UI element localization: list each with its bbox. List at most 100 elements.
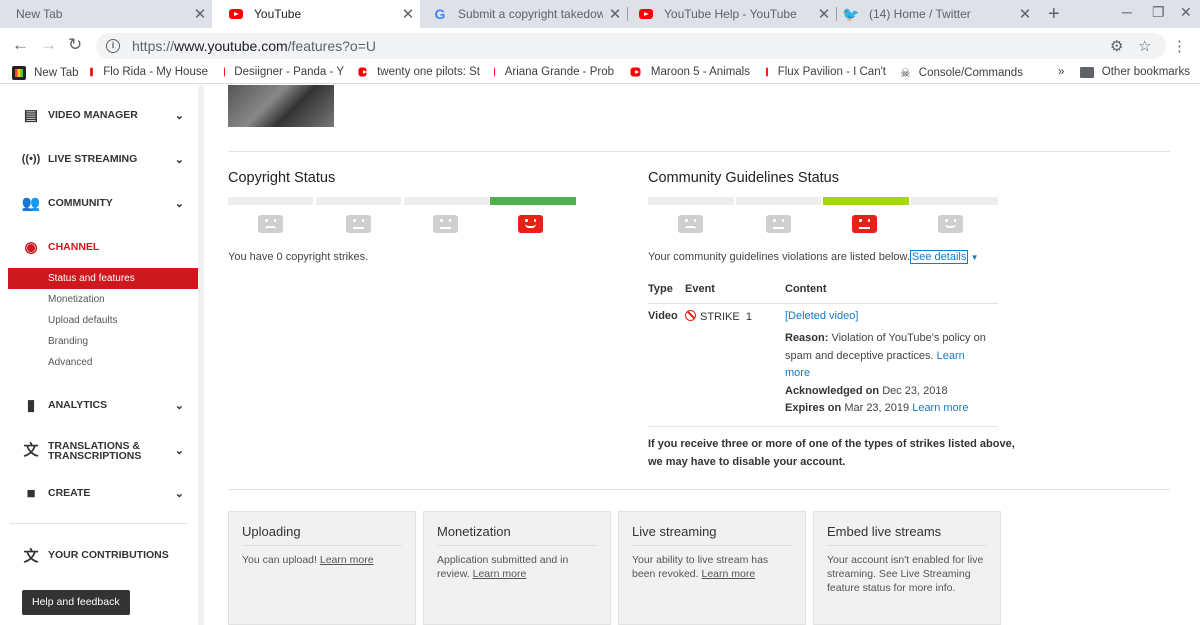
learn-more-link[interactable]: Learn more: [701, 568, 755, 580]
card-body: Application submitted and in review. Lea…: [437, 553, 597, 581]
new-tab-icon[interactable]: +: [1048, 3, 1060, 26]
bookmark-label: New Tab: [34, 67, 79, 79]
tab-twitter[interactable]: 🐦 (14) Home / Twitter ✕: [837, 0, 1037, 28]
bookmark-label: Flux Pavilion - I Can't: [777, 66, 886, 78]
learn-more-link[interactable]: Learn more: [320, 554, 374, 566]
bookmark-item[interactable]: Desiigner - Panda - Y: [224, 66, 344, 78]
table-header-divider: [648, 303, 998, 304]
card-body: Your ability to live stream has been rev…: [632, 553, 792, 581]
card-title: Monetization: [437, 524, 597, 546]
minimize-icon[interactable]: ─: [1122, 4, 1132, 20]
more-bookmarks-icon[interactable]: »: [1058, 66, 1074, 78]
sidebar: ▤ VIDEO MANAGER ⌄ ((•)) LIVE STREAMING ⌄…: [0, 85, 198, 625]
chevron-down-icon: ⌄: [174, 153, 184, 166]
sidebar-item-analytics[interactable]: ▮ ANALYTICS ⌄: [0, 394, 198, 416]
section-divider: [228, 489, 1170, 490]
url-host: www.youtube.com: [174, 38, 288, 54]
menu-icon[interactable]: ⋮: [1172, 37, 1187, 55]
meter-segment-active: [490, 197, 576, 205]
video-manager-icon: ▤: [23, 107, 39, 124]
caret-down-icon[interactable]: ▼: [968, 253, 979, 262]
acknowledged-date: Acknowledged on Dec 23, 2018: [785, 385, 948, 397]
sidebar-item-your-contributions[interactable]: 文 YOUR CONTRIBUTIONS: [0, 544, 198, 566]
warning-line-2: we may have to disable your account.: [648, 456, 846, 468]
bookmark-item[interactable]: ☠ Console/Commands: [900, 66, 1024, 80]
youtube-page: ▤ VIDEO MANAGER ⌄ ((•)) LIVE STREAMING ⌄…: [0, 85, 1200, 625]
bookmark-item[interactable]: Maroon 5 - Animals: [630, 66, 750, 78]
folder-icon: [1080, 66, 1094, 78]
forward-icon[interactable]: →: [40, 35, 57, 55]
sidebar-item-community[interactable]: 👥 COMMUNITY ⌄: [0, 192, 198, 214]
tab-title: New Tab: [16, 7, 63, 21]
sidebar-subitem-advanced[interactable]: Advanced: [8, 352, 198, 373]
community-icon: 👥: [21, 195, 41, 212]
tab-new-tab[interactable]: New Tab ✕: [0, 0, 212, 28]
bookmark-star-icon[interactable]: ☆: [1138, 37, 1151, 55]
card-title: Embed live streams: [827, 524, 987, 546]
help-and-feedback-button[interactable]: Help and feedback: [22, 590, 130, 615]
close-icon[interactable]: ✕: [812, 5, 836, 23]
other-bookmarks[interactable]: Other bookmarks: [1080, 66, 1190, 78]
strike-reason-line2: spam and deceptive practices. Learn: [785, 350, 965, 362]
expires-date: Expires on Mar 23, 2019 Learn more: [785, 402, 968, 414]
copyright-status-meter: [228, 197, 576, 205]
sidebar-item-video-manager[interactable]: ▤ VIDEO MANAGER ⌄: [0, 104, 198, 126]
close-icon[interactable]: ✕: [603, 5, 627, 23]
sidebar-subitem-branding[interactable]: Branding: [8, 331, 198, 352]
youtube-icon: [630, 67, 641, 77]
bookmark-item[interactable]: Flux Pavilion - I Can't: [766, 66, 886, 78]
learn-more-link[interactable]: Learn more: [473, 568, 527, 580]
tab-strip: New Tab ✕ YouTube ✕ G Submit a copyright…: [0, 0, 1200, 28]
strike-event: STRIKE 1: [685, 310, 752, 323]
close-icon[interactable]: ✕: [188, 5, 212, 23]
google-icon: G: [434, 6, 446, 22]
bookmark-item[interactable]: New Tab: [12, 66, 82, 80]
close-icon[interactable]: ✕: [1013, 5, 1037, 23]
sidebar-item-channel[interactable]: ◉ CHANNEL: [0, 236, 198, 258]
sidebar-item-create[interactable]: ■ CREATE ⌄: [0, 482, 198, 504]
see-details-link[interactable]: See details: [909, 250, 969, 264]
tab-youtube-help[interactable]: YouTube Help - YouTube ✕: [628, 0, 836, 28]
sidebar-item-live-streaming[interactable]: ((•)) LIVE STREAMING ⌄: [0, 148, 198, 170]
happy-face-icon: [938, 215, 963, 233]
back-icon[interactable]: ←: [12, 35, 29, 55]
bookmark-label: Console/Commands: [918, 67, 1023, 79]
site-info-icon[interactable]: i: [106, 39, 120, 53]
bookmark-label: Desiigner - Panda - Y: [234, 66, 344, 78]
ack-date: Dec 23, 2018: [882, 385, 948, 397]
feature-card-embed-live-streams: Embed live streams Your account isn't en…: [813, 511, 1001, 625]
card-text: You can upload!: [242, 554, 317, 566]
url-path: /features?o=U: [287, 38, 376, 54]
exp-label: Expires on: [785, 402, 842, 414]
bookmark-label: twenty one pilots: St: [377, 66, 480, 78]
expires-learn-more-link[interactable]: Learn more: [912, 402, 968, 414]
sidebar-item-label: CHANNEL: [48, 241, 100, 253]
address-bar[interactable]: i https://www.youtube.com/features?o=U: [96, 33, 1166, 59]
youtube-icon: [638, 6, 654, 22]
sidebar-subitem-upload-defaults[interactable]: Upload defaults: [8, 310, 198, 331]
sidebar-item-translations[interactable]: 文 TRANSLATIONS & TRANSCRIPTIONS ⌄: [0, 438, 198, 464]
youtube-icon: [766, 67, 774, 77]
reason-learn-more-link-2[interactable]: more: [785, 367, 810, 379]
bookmark-item[interactable]: Flo Rida - My House: [90, 66, 208, 78]
bookmark-item[interactable]: twenty one pilots: St: [358, 66, 480, 78]
reason-label: Reason:: [785, 332, 829, 344]
extension-icon[interactable]: ⚙: [1110, 37, 1123, 55]
neutral-face-icon: [346, 215, 371, 233]
strike-reason-line1: Reason: Violation of YouTube's policy on: [785, 332, 986, 344]
sidebar-subitem-status-and-features[interactable]: Status and features: [8, 268, 198, 289]
close-icon[interactable]: ✕: [396, 5, 420, 23]
card-text: Your account isn't enabled for live stre…: [827, 554, 984, 594]
bookmark-item[interactable]: Ariana Grande - Prob: [494, 66, 614, 78]
sidebar-divider: [10, 523, 188, 524]
window-close-icon[interactable]: ✕: [1180, 4, 1192, 21]
sidebar-item-label: ANALYTICS: [48, 399, 108, 411]
tab-youtube[interactable]: YouTube ✕: [212, 0, 420, 28]
reload-icon[interactable]: ↻: [68, 35, 82, 55]
tab-copyright-takedown[interactable]: G Submit a copyright takedown n ✕: [420, 0, 627, 28]
sidebar-subitem-monetization[interactable]: Monetization: [8, 289, 198, 310]
skull-icon: ☠: [900, 66, 911, 80]
restore-icon[interactable]: ❐: [1152, 4, 1165, 21]
reason-learn-more-link[interactable]: Learn: [937, 350, 965, 362]
deleted-video-link[interactable]: [Deleted video]: [785, 310, 858, 322]
